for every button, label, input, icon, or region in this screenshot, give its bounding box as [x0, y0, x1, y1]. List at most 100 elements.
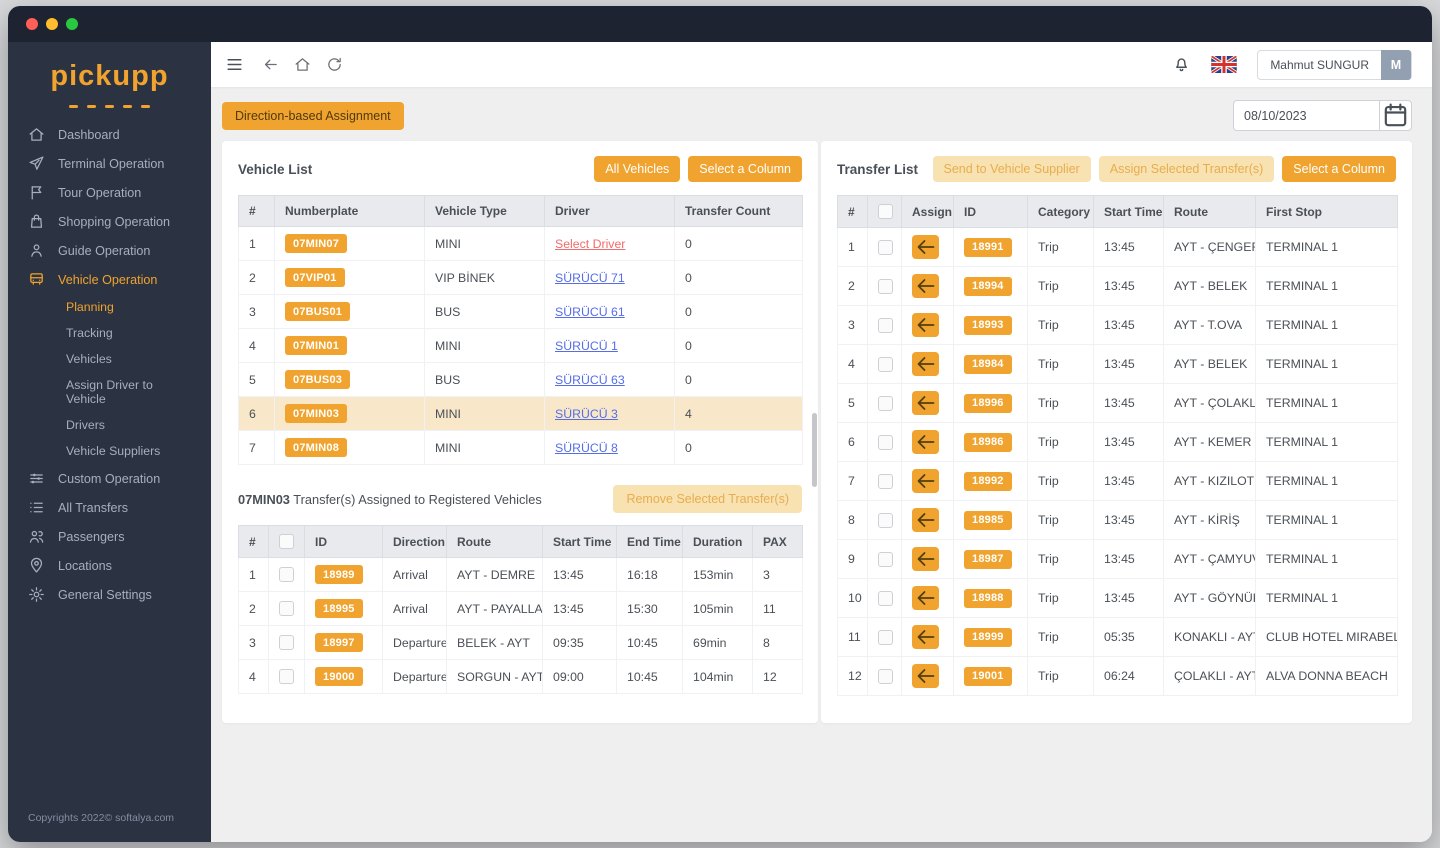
sidebar-item-all-transfers[interactable]: All Transfers [8, 493, 211, 522]
user-menu[interactable]: Mahmut SUNGUR M [1257, 49, 1412, 80]
assign-transfer-button[interactable] [912, 664, 939, 689]
vehicle-select-column-button[interactable]: Select a Column [688, 156, 802, 182]
row-index: 12 [837, 656, 868, 697]
driver-link[interactable]: SÜRÜCÜ 71 [555, 271, 625, 285]
vehicle-type-cell: MINI [424, 328, 545, 363]
sidebar-subitem-tracking[interactable]: Tracking [8, 320, 211, 346]
pax-cell: 8 [752, 625, 803, 661]
row-checkbox[interactable] [878, 317, 893, 333]
vehicle-row[interactable]: 6 07MIN03 MINI SÜRÜCÜ 3 4 [238, 396, 803, 431]
col-category: Category [1027, 194, 1094, 229]
sidebar-item-locations[interactable]: Locations [8, 551, 211, 580]
row-checkbox[interactable] [279, 635, 294, 651]
vehicle-list-title: Vehicle List [238, 161, 313, 177]
all-vehicles-button[interactable]: All Vehicles [594, 156, 681, 182]
notifications-bell-icon[interactable] [1172, 55, 1191, 74]
row-checkbox[interactable] [878, 512, 893, 528]
home-icon[interactable] [294, 56, 311, 73]
window-minimize-button[interactable] [46, 18, 58, 30]
sidebar-subitem-planning[interactable]: Planning [8, 294, 211, 320]
route-cell: KONAKLI - AYT [1163, 617, 1256, 658]
send-to-vehicle-supplier-button[interactable]: Send to Vehicle Supplier [932, 156, 1091, 182]
row-checkbox[interactable] [279, 669, 294, 685]
assign-selected-transfers-button[interactable]: Assign Selected Transfer(s) [1098, 156, 1275, 182]
vehicle-row[interactable]: 3 07BUS01 BUS SÜRÜCÜ 61 0 [238, 294, 803, 329]
assign-transfer-button[interactable] [912, 313, 939, 338]
row-checkbox[interactable] [878, 395, 893, 411]
select-all-checkbox[interactable] [279, 534, 294, 550]
category-cell: Trip [1027, 539, 1094, 580]
assign-transfer-button[interactable] [912, 235, 939, 260]
driver-link[interactable]: Select Driver [555, 237, 625, 251]
settings-icon [28, 586, 45, 603]
refresh-icon[interactable] [326, 56, 343, 73]
assign-transfer-button[interactable] [912, 547, 939, 572]
col-route: Route [446, 524, 543, 559]
col-id: ID [304, 524, 383, 559]
vehicle-row[interactable]: 4 07MIN01 MINI SÜRÜCÜ 1 0 [238, 328, 803, 363]
row-checkbox[interactable] [878, 668, 893, 684]
driver-link[interactable]: SÜRÜCÜ 61 [555, 305, 625, 319]
assign-transfer-button[interactable] [912, 430, 939, 455]
assign-transfer-button[interactable] [912, 274, 939, 299]
language-uk-flag-icon[interactable] [1211, 56, 1238, 73]
driver-link[interactable]: SÜRÜCÜ 63 [555, 373, 625, 387]
route-cell: AYT - KİRİŞ [1163, 500, 1256, 541]
sidebar-subitem-vehicles[interactable]: Vehicles [8, 346, 211, 372]
sidebar-item-label: Shopping Operation [58, 214, 171, 229]
row-checkbox[interactable] [878, 356, 893, 372]
row-checkbox[interactable] [878, 434, 893, 450]
vehicle-row[interactable]: 2 07VIP01 VIP BİNEK SÜRÜCÜ 71 0 [238, 260, 803, 295]
sidebar-item-shopping-operation[interactable]: Shopping Operation [8, 207, 211, 236]
transfer-select-column-button[interactable]: Select a Column [1282, 156, 1396, 182]
select-all-checkbox[interactable] [878, 204, 893, 220]
row-checkbox[interactable] [878, 551, 893, 567]
transfer-id-badge: 18994 [964, 276, 1012, 296]
sidebar-item-passengers[interactable]: Passengers [8, 522, 211, 551]
assigned-transfers-title: 07MIN03 Transfer(s) Assigned to Register… [238, 491, 542, 507]
back-icon[interactable] [262, 56, 279, 73]
window-close-button[interactable] [26, 18, 38, 30]
driver-link[interactable]: SÜRÜCÜ 3 [555, 407, 618, 421]
driver-link[interactable]: SÜRÜCÜ 1 [555, 339, 618, 353]
assign-transfer-button[interactable] [912, 508, 939, 533]
category-cell: Trip [1027, 617, 1094, 658]
transfer-id-badge: 18993 [964, 315, 1012, 335]
row-checkbox[interactable] [878, 473, 893, 489]
sidebar-item-custom-operation[interactable]: Custom Operation [8, 464, 211, 493]
hamburger-menu-icon[interactable] [225, 55, 244, 74]
vehicle-row[interactable]: 5 07BUS03 BUS SÜRÜCÜ 63 0 [238, 362, 803, 397]
sidebar-subitem-drivers[interactable]: Drivers [8, 412, 211, 438]
sidebar-item-vehicle-operation[interactable]: Vehicle Operation [8, 265, 211, 294]
sidebar-subitem-assign-driver-to-vehicle[interactable]: Assign Driver to Vehicle [8, 372, 211, 412]
assign-transfer-button[interactable] [912, 469, 939, 494]
sidebar-item-tour-operation[interactable]: Tour Operation [8, 178, 211, 207]
row-checkbox[interactable] [878, 590, 893, 606]
assign-transfer-button[interactable] [912, 625, 939, 650]
row-checkbox[interactable] [878, 629, 893, 645]
assign-transfer-button[interactable] [912, 352, 939, 377]
sidebar-item-dashboard[interactable]: Dashboard [8, 120, 211, 149]
row-checkbox[interactable] [279, 601, 294, 617]
row-checkbox[interactable] [878, 278, 893, 294]
row-checkbox[interactable] [279, 567, 294, 583]
sidebar-item-terminal-operation[interactable]: Terminal Operation [8, 149, 211, 178]
direction-based-assignment-button[interactable]: Direction-based Assignment [222, 101, 404, 130]
assign-transfer-button[interactable] [912, 586, 939, 611]
vehicle-row[interactable]: 1 07MIN07 MINI Select Driver 0 [238, 226, 803, 261]
vehicle-row[interactable]: 7 07MIN08 MINI SÜRÜCÜ 8 0 [238, 430, 803, 465]
row-checkbox[interactable] [878, 239, 893, 255]
remove-selected-transfers-button[interactable]: Remove Selected Transfer(s) [613, 485, 802, 513]
driver-link[interactable]: SÜRÜCÜ 8 [555, 441, 618, 455]
sidebar-subitem-vehicle-suppliers[interactable]: Vehicle Suppliers [8, 438, 211, 464]
sidebar-item-general-settings[interactable]: General Settings [8, 580, 211, 609]
date-input[interactable] [1233, 100, 1379, 131]
vertical-scrollbar[interactable] [812, 413, 817, 487]
custom-icon [28, 470, 45, 487]
route-cell: ÇOLAKLI - AYT [1163, 656, 1256, 697]
transfer-row: 5 18996 Trip 13:45 AYT - ÇOLAKLI TERMINA… [837, 383, 1398, 424]
calendar-icon[interactable] [1379, 100, 1412, 131]
assign-transfer-button[interactable] [912, 391, 939, 416]
sidebar-item-guide-operation[interactable]: Guide Operation [8, 236, 211, 265]
window-zoom-button[interactable] [66, 18, 78, 30]
